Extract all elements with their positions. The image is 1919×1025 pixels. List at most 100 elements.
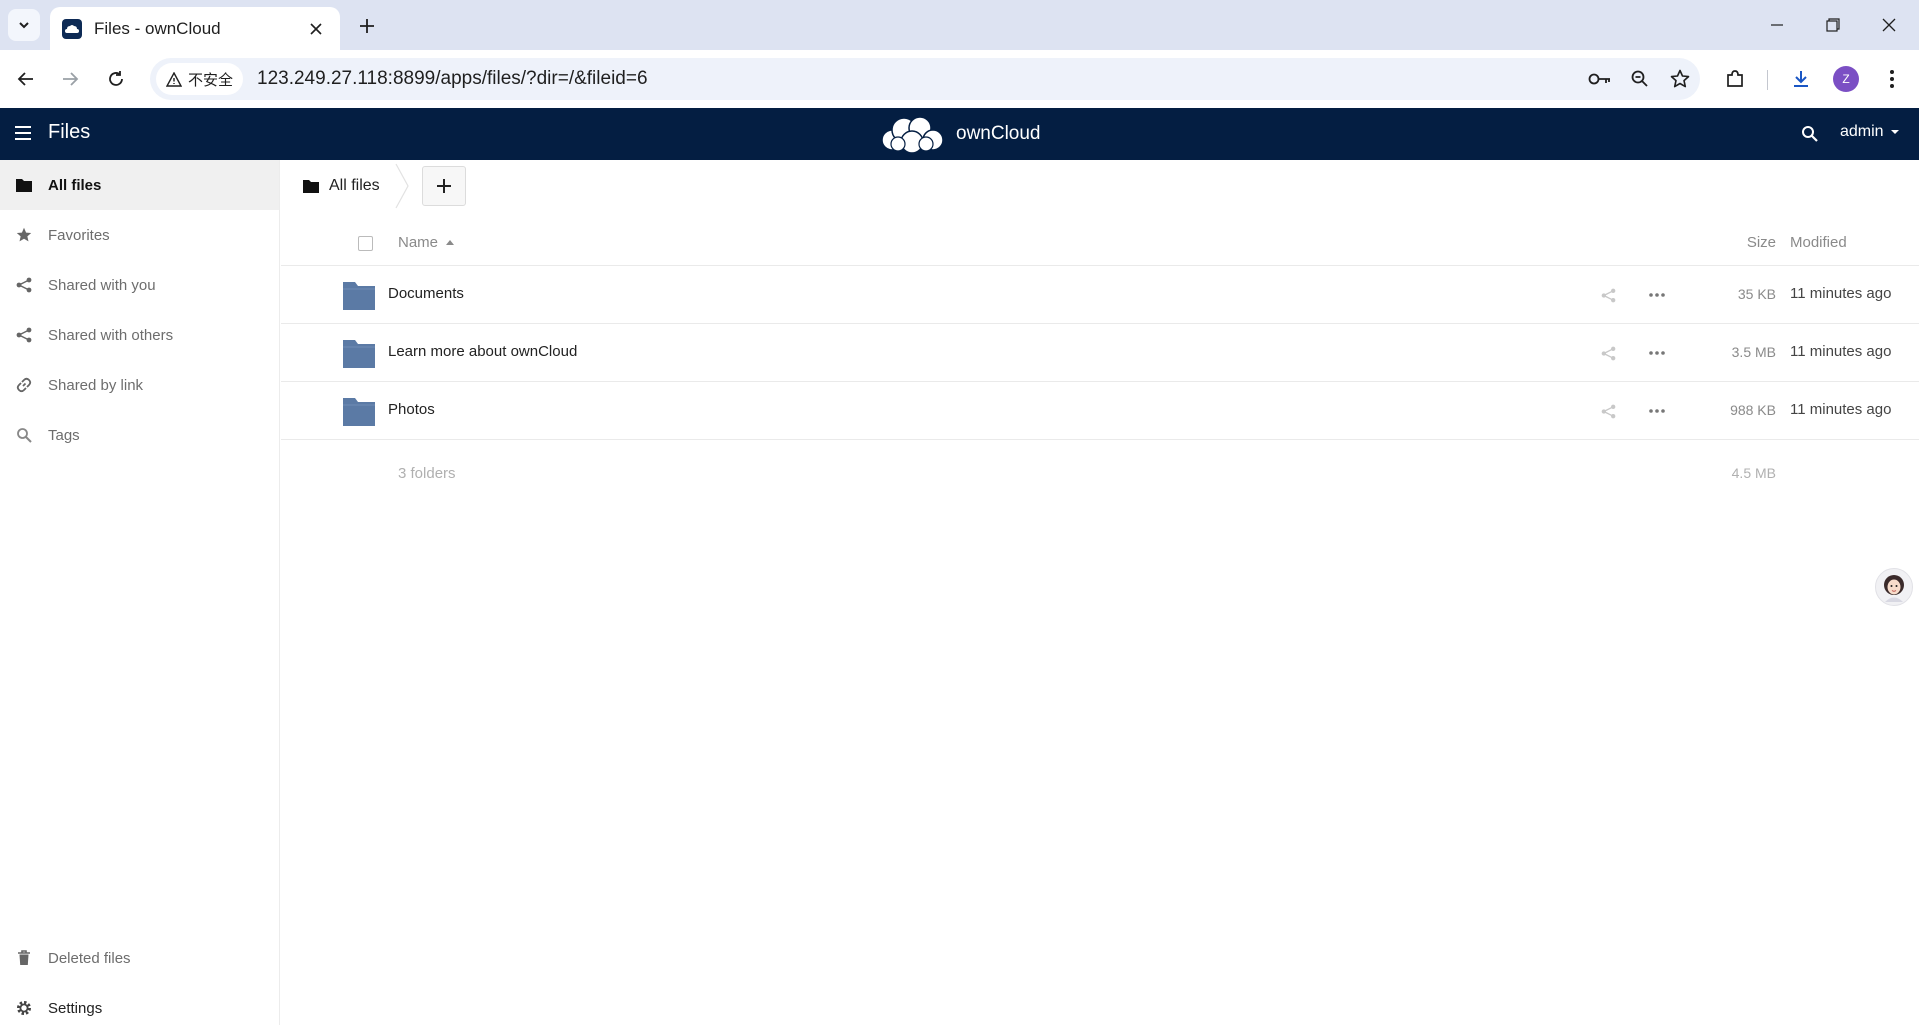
file-row-photos[interactable]: Photos 988 KB 11 minutes ago — [281, 382, 1919, 440]
browser-tab[interactable]: Files - ownCloud — [50, 7, 340, 50]
select-all-checkbox[interactable] — [358, 236, 373, 251]
trash-icon — [14, 948, 34, 968]
owncloud-favicon-icon — [62, 18, 82, 39]
sidebar-item-label: All files — [48, 176, 102, 194]
file-name[interactable]: Documents — [388, 285, 464, 302]
file-modified: 11 minutes ago — [1790, 401, 1892, 418]
reload-button[interactable] — [100, 63, 132, 95]
minimize-button[interactable] — [1749, 0, 1805, 50]
zoom-icon[interactable] — [1620, 59, 1660, 99]
sidebar: All files Favorites Shared with you Shar… — [0, 160, 280, 1025]
bookmark-star-icon[interactable] — [1660, 59, 1700, 99]
warning-icon — [166, 71, 182, 87]
more-actions-icon[interactable] — [1645, 283, 1669, 307]
browser-menu-button[interactable] — [1876, 63, 1908, 95]
address-bar[interactable]: 不安全 123.249.27.118:8899/apps/files/?dir=… — [150, 58, 1700, 100]
total-size-summary: 4.5 MB — [1731, 465, 1776, 481]
caret-down-icon — [1890, 130, 1899, 134]
file-row-learn-more[interactable]: Learn more about ownCloud 3.5 MB 11 minu… — [281, 324, 1919, 382]
url-text[interactable]: 123.249.27.118:8899/apps/files/?dir=/&fi… — [257, 68, 1580, 90]
sidebar-item-tags[interactable]: Tags — [0, 410, 279, 460]
more-actions-icon[interactable] — [1645, 399, 1669, 423]
file-size: 988 KB — [1730, 402, 1776, 418]
sidebar-item-label: Favorites — [48, 226, 110, 244]
profile-button[interactable]: Z — [1830, 63, 1862, 95]
restore-button[interactable] — [1805, 0, 1861, 50]
sidebar-item-favorites[interactable]: Favorites — [0, 210, 279, 260]
file-name[interactable]: Learn more about ownCloud — [388, 343, 577, 360]
cloud-logo-icon — [881, 116, 944, 154]
file-size: 3.5 MB — [1731, 344, 1776, 360]
column-size-label[interactable]: Size — [1747, 234, 1776, 251]
browser-tab-strip: Files - ownCloud — [0, 0, 1919, 50]
star-icon — [14, 225, 34, 245]
tab-title: Files - ownCloud — [94, 18, 221, 38]
sidebar-item-label: Deleted files — [48, 949, 131, 967]
column-modified-label[interactable]: Modified — [1790, 234, 1847, 251]
forward-button[interactable] — [54, 63, 86, 95]
owncloud-logo[interactable]: ownCloud — [878, 114, 1041, 154]
header-search-button[interactable] — [1798, 122, 1822, 146]
security-chip[interactable]: 不安全 — [156, 63, 244, 95]
plus-icon — [360, 19, 374, 33]
security-label: 不安全 — [188, 71, 234, 89]
sidebar-item-label: Settings — [48, 999, 103, 1017]
breadcrumb: All files — [281, 160, 410, 212]
folder-icon — [14, 175, 34, 195]
close-window-button[interactable] — [1861, 0, 1917, 50]
tag-search-icon — [14, 425, 34, 445]
reload-icon — [109, 71, 123, 86]
extensions-button[interactable] — [1719, 63, 1751, 95]
new-file-button[interactable] — [422, 166, 466, 206]
share-icon[interactable] — [1596, 341, 1620, 365]
hamburger-icon — [15, 126, 31, 140]
breadcrumb-home[interactable]: All files — [281, 177, 380, 195]
app-header: Files ownCloud admin — [0, 108, 1919, 160]
sidebar-item-deleted-files[interactable]: Deleted files — [0, 933, 279, 983]
sidebar-item-shared-by-link[interactable]: Shared by link — [0, 360, 279, 410]
password-key-icon[interactable] — [1580, 59, 1620, 99]
back-button[interactable] — [10, 63, 42, 95]
sidebar-item-shared-with-you[interactable]: Shared with you — [0, 260, 279, 310]
sidebar-item-label: Shared with others — [48, 326, 174, 344]
menu-toggle-button[interactable] — [12, 122, 36, 146]
table-header: Name Size Modified — [281, 220, 1919, 266]
minimize-icon — [1771, 24, 1783, 26]
user-menu[interactable]: admin — [1840, 123, 1900, 141]
close-icon — [1882, 18, 1896, 32]
link-icon — [14, 375, 34, 395]
file-row-documents[interactable]: Documents 35 KB 11 minutes ago — [281, 266, 1919, 324]
column-name-label: Name — [398, 234, 439, 251]
restore-icon — [1826, 18, 1840, 32]
more-actions-icon[interactable] — [1645, 341, 1669, 365]
assistant-avatar-button[interactable] — [1875, 568, 1913, 606]
downloads-button[interactable] — [1785, 63, 1817, 95]
sidebar-item-settings[interactable]: Settings — [0, 983, 279, 1025]
sort-by-name[interactable]: Name — [398, 234, 455, 251]
toolbar-divider — [1767, 70, 1768, 90]
sidebar-item-all-files[interactable]: All files — [0, 160, 279, 210]
folder-icon — [303, 180, 319, 193]
folder-count-summary: 3 folders — [398, 465, 456, 482]
file-size: 35 KB — [1737, 286, 1776, 302]
download-icon — [1794, 71, 1808, 87]
share-icon[interactable] — [1596, 283, 1620, 307]
file-modified: 11 minutes ago — [1790, 285, 1892, 302]
share-icon[interactable] — [1596, 399, 1620, 423]
tab-search-button[interactable] — [8, 9, 40, 41]
tab-close-icon[interactable] — [304, 17, 328, 41]
kebab-menu-icon — [1890, 70, 1894, 88]
sidebar-item-shared-with-others[interactable]: Shared with others — [0, 310, 279, 360]
chevron-down-icon — [19, 22, 29, 29]
sidebar-item-label: Tags — [48, 426, 80, 444]
arrow-right-icon — [63, 72, 79, 86]
sidebar-item-label: Shared by link — [48, 376, 144, 394]
share-icon — [14, 325, 34, 345]
arrow-left-icon — [17, 72, 33, 86]
file-name[interactable]: Photos — [388, 401, 435, 418]
new-tab-button[interactable] — [352, 11, 382, 41]
folder-icon — [343, 340, 375, 368]
plus-icon — [437, 179, 451, 193]
share-icon — [14, 275, 34, 295]
main-content: All files Name Size Modified Documents 3… — [281, 160, 1919, 1025]
